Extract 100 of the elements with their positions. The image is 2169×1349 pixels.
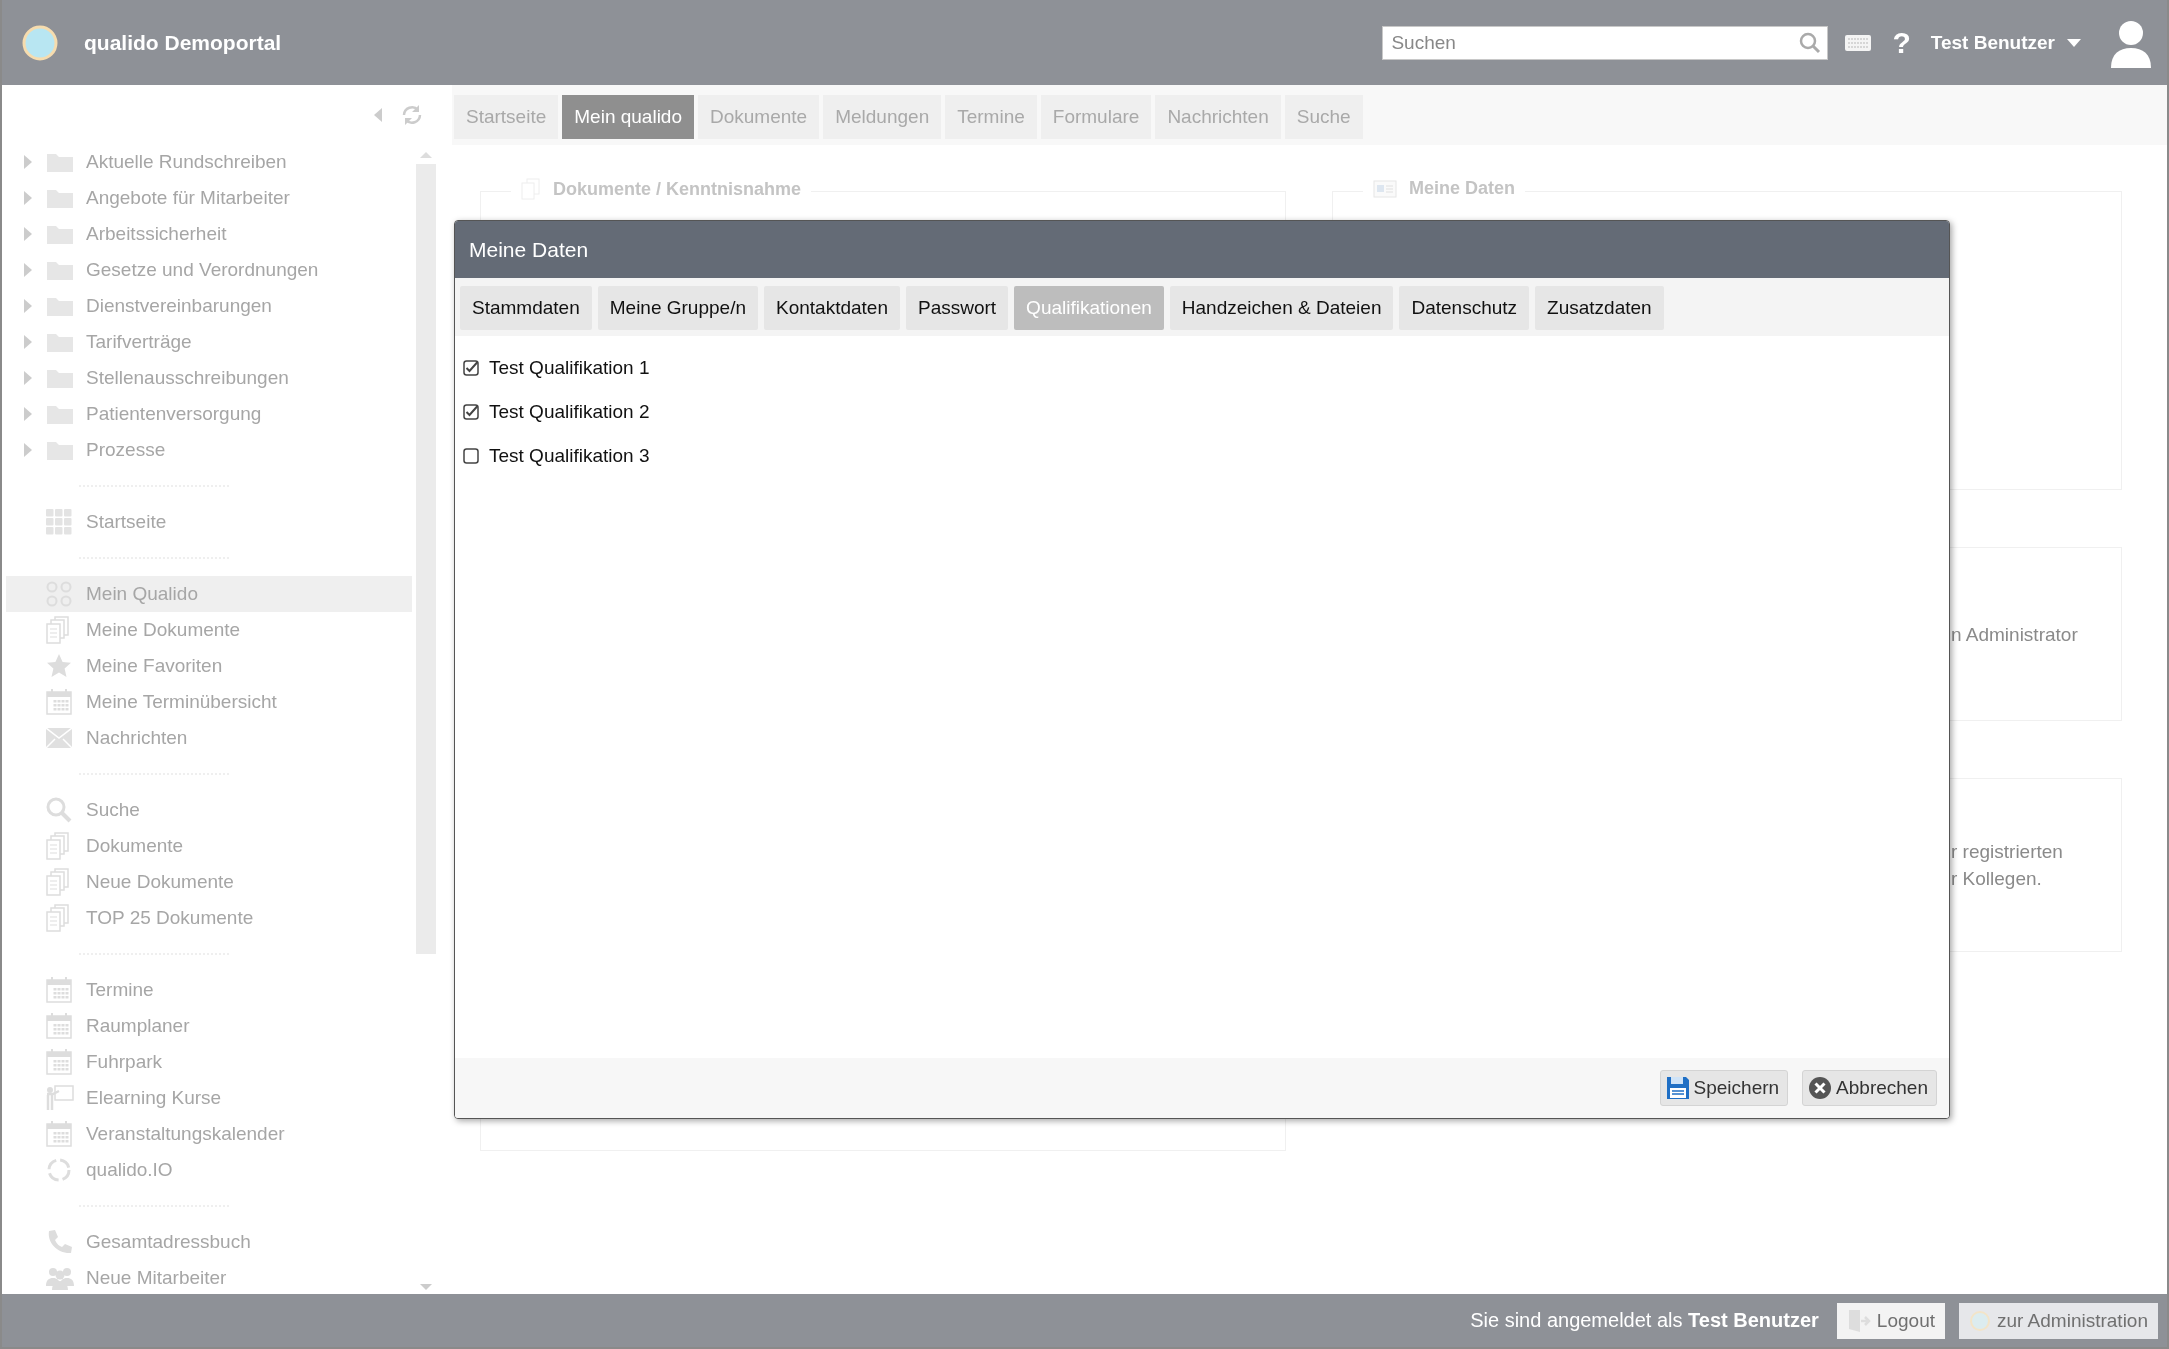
- sidebar-item[interactable]: Stellenausschreibungen: [6, 360, 412, 396]
- calendar-icon: [46, 977, 72, 1003]
- expand-arrow-icon[interactable]: [24, 407, 32, 421]
- logo-icon: [22, 24, 58, 61]
- sidebar-item[interactable]: Angebote für Mitarbeiter: [6, 180, 412, 216]
- user-menu[interactable]: Test Benutzer: [1930, 31, 2055, 54]
- caret-icon[interactable]: [2067, 38, 2081, 47]
- phone-icon: [46, 1229, 72, 1255]
- sidebar-item[interactable]: Raumplaner: [6, 1008, 412, 1044]
- dialog-tab[interactable]: Zusatzdaten: [1535, 286, 1664, 330]
- search-icon: [46, 797, 72, 823]
- folder-icon: [46, 295, 74, 317]
- calendar-icon: [46, 1121, 72, 1147]
- nav-tab[interactable]: Suche: [1284, 95, 1363, 139]
- presenter-icon: [46, 1085, 74, 1111]
- folder-icon: [46, 403, 74, 425]
- nav-tab[interactable]: Dokumente: [698, 95, 820, 139]
- logo-icon: [1969, 1309, 1991, 1332]
- sidebar-item[interactable]: Termine: [6, 972, 412, 1008]
- sidebar-item[interactable]: Arbeitssicherheit: [6, 216, 412, 252]
- documents-icon: [46, 904, 70, 932]
- expand-arrow-icon[interactable]: [24, 227, 32, 241]
- expand-arrow-icon[interactable]: [24, 443, 32, 457]
- scroll-down-icon[interactable]: [420, 1282, 432, 1290]
- grid-icon: [46, 509, 72, 535]
- nav-tab[interactable]: Mein qualido: [562, 95, 694, 139]
- expand-arrow-icon[interactable]: [24, 155, 32, 169]
- search-icon[interactable]: [1799, 31, 1822, 54]
- sidebar-item[interactable]: Veranstaltungskalender: [6, 1116, 412, 1152]
- sidebar-item[interactable]: Nachrichten: [6, 720, 412, 756]
- sidebar-item[interactable]: TOP 25 Dokumente: [6, 900, 412, 936]
- panel-text: r Kollegen.: [1951, 867, 2043, 891]
- documents-icon: [46, 616, 70, 644]
- expand-arrow-icon[interactable]: [24, 191, 32, 205]
- sidebar-item[interactable]: Neue Mitarbeiter: [6, 1260, 412, 1296]
- sidebar-item[interactable]: Fuhrpark: [6, 1044, 412, 1080]
- sidebar-item[interactable]: Meine Dokumente: [6, 612, 412, 648]
- calendar-icon: [46, 689, 72, 715]
- people-icon: [46, 1266, 74, 1290]
- collapse-icon[interactable]: [374, 107, 382, 122]
- documents-icon: [46, 832, 70, 860]
- sidebar-item[interactable]: Tarifverträge: [6, 324, 412, 360]
- dialog-tab[interactable]: Handzeichen & Dateien: [1169, 286, 1394, 330]
- star-icon: [46, 653, 72, 679]
- qualification-label: Test Qualifikation 3: [489, 445, 650, 467]
- expand-arrow-icon[interactable]: [24, 335, 32, 349]
- sidebar-item[interactable]: Gesetze und Verordnungen: [6, 252, 412, 288]
- dialog-tab[interactable]: Datenschutz: [1399, 286, 1530, 330]
- nav-tab[interactable]: Meldungen: [823, 95, 942, 139]
- sidebar-item[interactable]: Aktuelle Rundschreiben: [6, 144, 412, 180]
- sidebar-item[interactable]: Neue Dokumente: [6, 864, 412, 900]
- sidebar-item[interactable]: Suche: [6, 792, 412, 828]
- panel-text: n Administrator: [1951, 622, 2078, 647]
- sidebar-item[interactable]: Dienstvereinbarungen: [6, 288, 412, 324]
- nav-tab[interactable]: Termine: [945, 95, 1037, 139]
- dialog-tab[interactable]: Qualifikationen: [1014, 286, 1164, 330]
- calendar-icon: [46, 1013, 72, 1039]
- documents-icon: [46, 868, 70, 896]
- expand-arrow-icon[interactable]: [24, 263, 32, 277]
- folder-icon: [46, 331, 74, 353]
- calendar-icon: [46, 1049, 72, 1075]
- sidebar-item[interactable]: qualido.IO: [6, 1152, 412, 1188]
- folder-icon: [46, 223, 74, 245]
- expand-arrow-icon[interactable]: [24, 371, 32, 385]
- sidebar-item[interactable]: Elearning Kurse: [6, 1080, 412, 1116]
- qualification-label: Test Qualifikation 2: [489, 401, 650, 423]
- dialog-tab[interactable]: Kontaktdaten: [764, 286, 900, 330]
- checkbox[interactable]: [463, 448, 479, 464]
- checkbox[interactable]: [463, 404, 479, 420]
- dialog-tab[interactable]: Meine Gruppe/n: [597, 286, 758, 330]
- sidebar-item[interactable]: Gesamtadressbuch: [6, 1224, 412, 1260]
- save-button[interactable]: Speichern: [1659, 1070, 1789, 1106]
- folder-icon: [46, 439, 74, 461]
- nav-tab[interactable]: Nachrichten: [1155, 95, 1281, 139]
- administration-button[interactable]: zur Administration: [1959, 1302, 2158, 1339]
- qualification-label: Test Qualifikation 1: [489, 357, 650, 379]
- expand-arrow-icon[interactable]: [24, 299, 32, 313]
- panel-text: r registrierten: [1951, 840, 2063, 864]
- nav-tab[interactable]: Formulare: [1040, 95, 1152, 139]
- sidebar-item[interactable]: Mein Qualido: [6, 576, 412, 612]
- sidebar-item[interactable]: Dokumente: [6, 828, 412, 864]
- nav-tab[interactable]: Startseite: [454, 95, 559, 139]
- help-button[interactable]: ?: [1892, 25, 1911, 60]
- close-icon: [1808, 1076, 1833, 1100]
- sidebar-item[interactable]: Patientenversorgung: [6, 396, 412, 432]
- sidebar-item[interactable]: Meine Favoriten: [6, 648, 412, 684]
- cycle-icon: [46, 1157, 72, 1183]
- login-status-text: Sie sind angemeldet als Test Benutzer: [1470, 1309, 1819, 1332]
- sidebar-item[interactable]: Meine Terminübersicht: [6, 684, 412, 720]
- search-field[interactable]: Suchen: [1382, 25, 1829, 60]
- sidebar-item[interactable]: Startseite: [6, 504, 412, 540]
- scroll-up-icon[interactable]: [420, 150, 432, 158]
- checkbox[interactable]: [463, 360, 479, 376]
- sidebar-item[interactable]: Prozesse: [6, 432, 412, 468]
- keyboard-icon[interactable]: [1844, 32, 1873, 53]
- logout-button[interactable]: Logout: [1836, 1302, 1945, 1339]
- portal-title: qualido Demoportal: [84, 30, 282, 55]
- cancel-button[interactable]: Abbrechen: [1802, 1070, 1937, 1106]
- dialog-tab[interactable]: Passwort: [905, 286, 1009, 330]
- dialog-tab[interactable]: Stammdaten: [460, 286, 592, 330]
